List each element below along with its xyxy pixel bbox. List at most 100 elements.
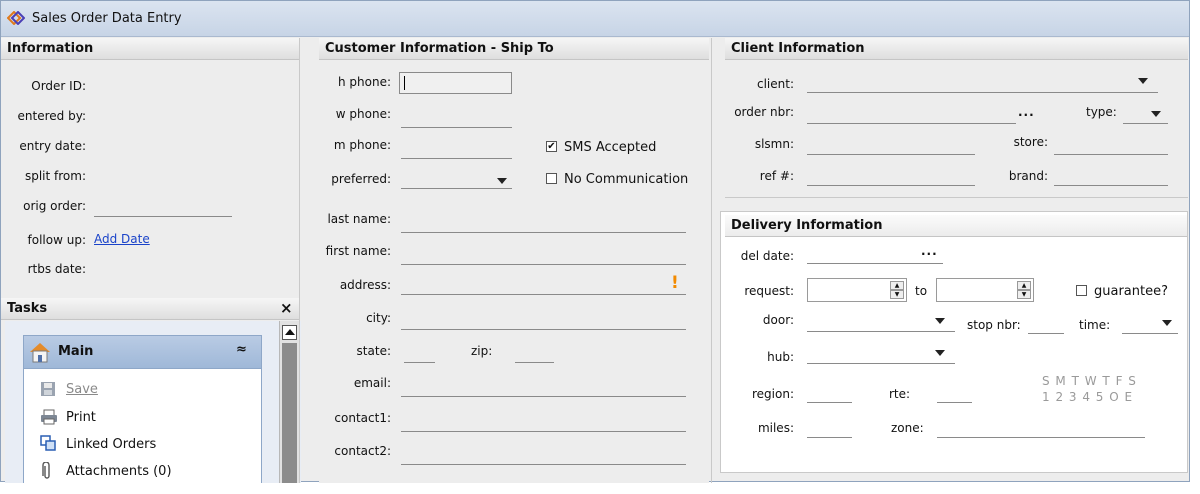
main-task-group[interactable]: Main ≈ xyxy=(23,335,262,369)
slsmn-input[interactable] xyxy=(807,154,975,155)
entry-date-label: entry date: xyxy=(19,139,86,153)
client-label: client: xyxy=(756,77,794,91)
linked-orders-icon xyxy=(40,435,56,451)
ref-input[interactable] xyxy=(807,185,975,186)
add-date-link[interactable]: Add Date xyxy=(94,232,150,246)
store-label: store: xyxy=(1013,135,1048,149)
client-info-header: Client Information xyxy=(725,38,1188,60)
preferred-select[interactable] xyxy=(401,188,512,189)
tasks-close-button[interactable]: × xyxy=(280,299,293,317)
scroll-thumb[interactable] xyxy=(282,343,297,483)
preferred-dropdown-icon[interactable] xyxy=(497,178,507,184)
collapse-icon[interactable]: ≈ xyxy=(236,342,247,357)
delivery-info-header: Delivery Information xyxy=(725,215,1187,237)
last-name-label: last name: xyxy=(327,212,391,226)
spin-down-icon[interactable]: ▼ xyxy=(1017,290,1031,299)
del-date-lookup-button[interactable]: ... xyxy=(921,244,938,258)
zone-input[interactable] xyxy=(937,437,1145,438)
tasks-scrollbar[interactable] xyxy=(279,321,299,483)
contact2-input[interactable] xyxy=(401,464,686,465)
tasks-pane: Main ≈ Save Print Linked Orders Attachme… xyxy=(5,321,301,483)
zone-label: zone: xyxy=(891,421,924,435)
m-phone-input[interactable] xyxy=(401,158,512,159)
paperclip-icon xyxy=(42,462,50,479)
address-label: address: xyxy=(339,278,391,292)
region-label: region: xyxy=(752,387,794,401)
contact1-label: contact1: xyxy=(334,411,391,425)
store-input[interactable] xyxy=(1054,154,1168,155)
city-label: city: xyxy=(366,311,391,325)
contact1-input[interactable] xyxy=(401,431,686,432)
del-date-input[interactable] xyxy=(807,263,943,264)
client-info-panel xyxy=(725,60,1188,198)
preferred-label: preferred: xyxy=(331,172,391,186)
time-select[interactable] xyxy=(1122,333,1178,334)
no-communication-checkbox[interactable] xyxy=(546,173,557,184)
title-bar: Sales Order Data Entry xyxy=(1,1,1189,37)
weekday-header: S M T W T F S xyxy=(1042,374,1137,388)
spin-down-icon[interactable]: ▼ xyxy=(890,290,904,299)
zip-label: zip: xyxy=(471,344,493,358)
information-panel: Order ID: entered by: entry date: split … xyxy=(1,60,299,295)
stop-nbr-input[interactable] xyxy=(1028,333,1064,334)
door-dropdown-icon[interactable] xyxy=(935,318,945,324)
client-dropdown-icon[interactable] xyxy=(1138,78,1148,84)
email-label: email: xyxy=(353,376,391,390)
w-phone-input[interactable] xyxy=(401,127,512,128)
scroll-up-button[interactable] xyxy=(282,325,297,340)
client-select[interactable] xyxy=(807,92,1158,93)
rte-label: rte: xyxy=(889,387,911,401)
miles-label: miles: xyxy=(757,421,794,435)
print-task-button[interactable]: Print xyxy=(66,410,96,425)
h-phone-input[interactable] xyxy=(399,72,512,94)
order-nbr-input[interactable] xyxy=(807,123,1016,124)
request-from-spinner[interactable]: ▲ ▼ xyxy=(807,278,907,302)
type-select[interactable] xyxy=(1123,123,1168,124)
type-dropdown-icon[interactable] xyxy=(1151,111,1161,117)
address-input[interactable] xyxy=(401,294,686,295)
last-name-input[interactable] xyxy=(401,232,686,233)
divider-2 xyxy=(711,38,712,483)
to-label: to xyxy=(915,284,928,298)
region-input[interactable] xyxy=(807,402,852,403)
spin-up-icon[interactable]: ▲ xyxy=(890,281,904,290)
state-label: state: xyxy=(356,344,391,358)
brand-label: brand: xyxy=(1008,169,1048,183)
printer-icon xyxy=(41,409,57,425)
main-group-label: Main xyxy=(58,344,94,359)
city-input[interactable] xyxy=(401,329,686,330)
time-dropdown-icon[interactable] xyxy=(1162,320,1172,326)
time-label: time: xyxy=(1079,318,1111,332)
guarantee-checkbox[interactable] xyxy=(1076,285,1087,296)
hub-select[interactable] xyxy=(807,363,955,364)
guarantee-label: guarantee? xyxy=(1094,284,1169,299)
hub-dropdown-icon[interactable] xyxy=(935,350,945,356)
stop-nbr-label: stop nbr: xyxy=(967,318,1021,332)
zip-input[interactable] xyxy=(515,362,554,363)
order-nbr-lookup-button[interactable]: ... xyxy=(1018,105,1035,119)
contact2-label: contact2: xyxy=(334,444,391,458)
request-label: request: xyxy=(744,284,794,298)
type-label: type: xyxy=(1086,105,1117,119)
home-icon xyxy=(30,343,50,363)
sms-accepted-checkbox[interactable]: ✔ xyxy=(546,141,557,152)
request-to-spinner[interactable]: ▲ ▼ xyxy=(936,278,1034,302)
hub-label: hub: xyxy=(767,350,794,364)
customer-info-header: Customer Information - Ship To xyxy=(319,38,709,60)
orig-order-input[interactable] xyxy=(94,216,232,217)
app-window: Sales Order Data Entry Information Order… xyxy=(0,0,1190,483)
spin-up-icon[interactable]: ▲ xyxy=(1017,281,1031,290)
save-task-button[interactable]: Save xyxy=(66,382,98,397)
door-select[interactable] xyxy=(807,331,955,332)
email-input[interactable] xyxy=(401,396,686,397)
linked-orders-task-button[interactable]: Linked Orders xyxy=(66,437,156,452)
miles-input[interactable] xyxy=(807,437,852,438)
rte-input[interactable] xyxy=(937,402,972,403)
m-phone-label: m phone: xyxy=(333,138,391,152)
del-date-label: del date: xyxy=(740,249,794,263)
brand-input[interactable] xyxy=(1054,185,1168,186)
state-input[interactable] xyxy=(404,362,435,363)
first-name-input[interactable] xyxy=(401,264,686,265)
attachments-task-button[interactable]: Attachments (0) xyxy=(66,464,172,479)
ref-label: ref #: xyxy=(759,169,794,183)
